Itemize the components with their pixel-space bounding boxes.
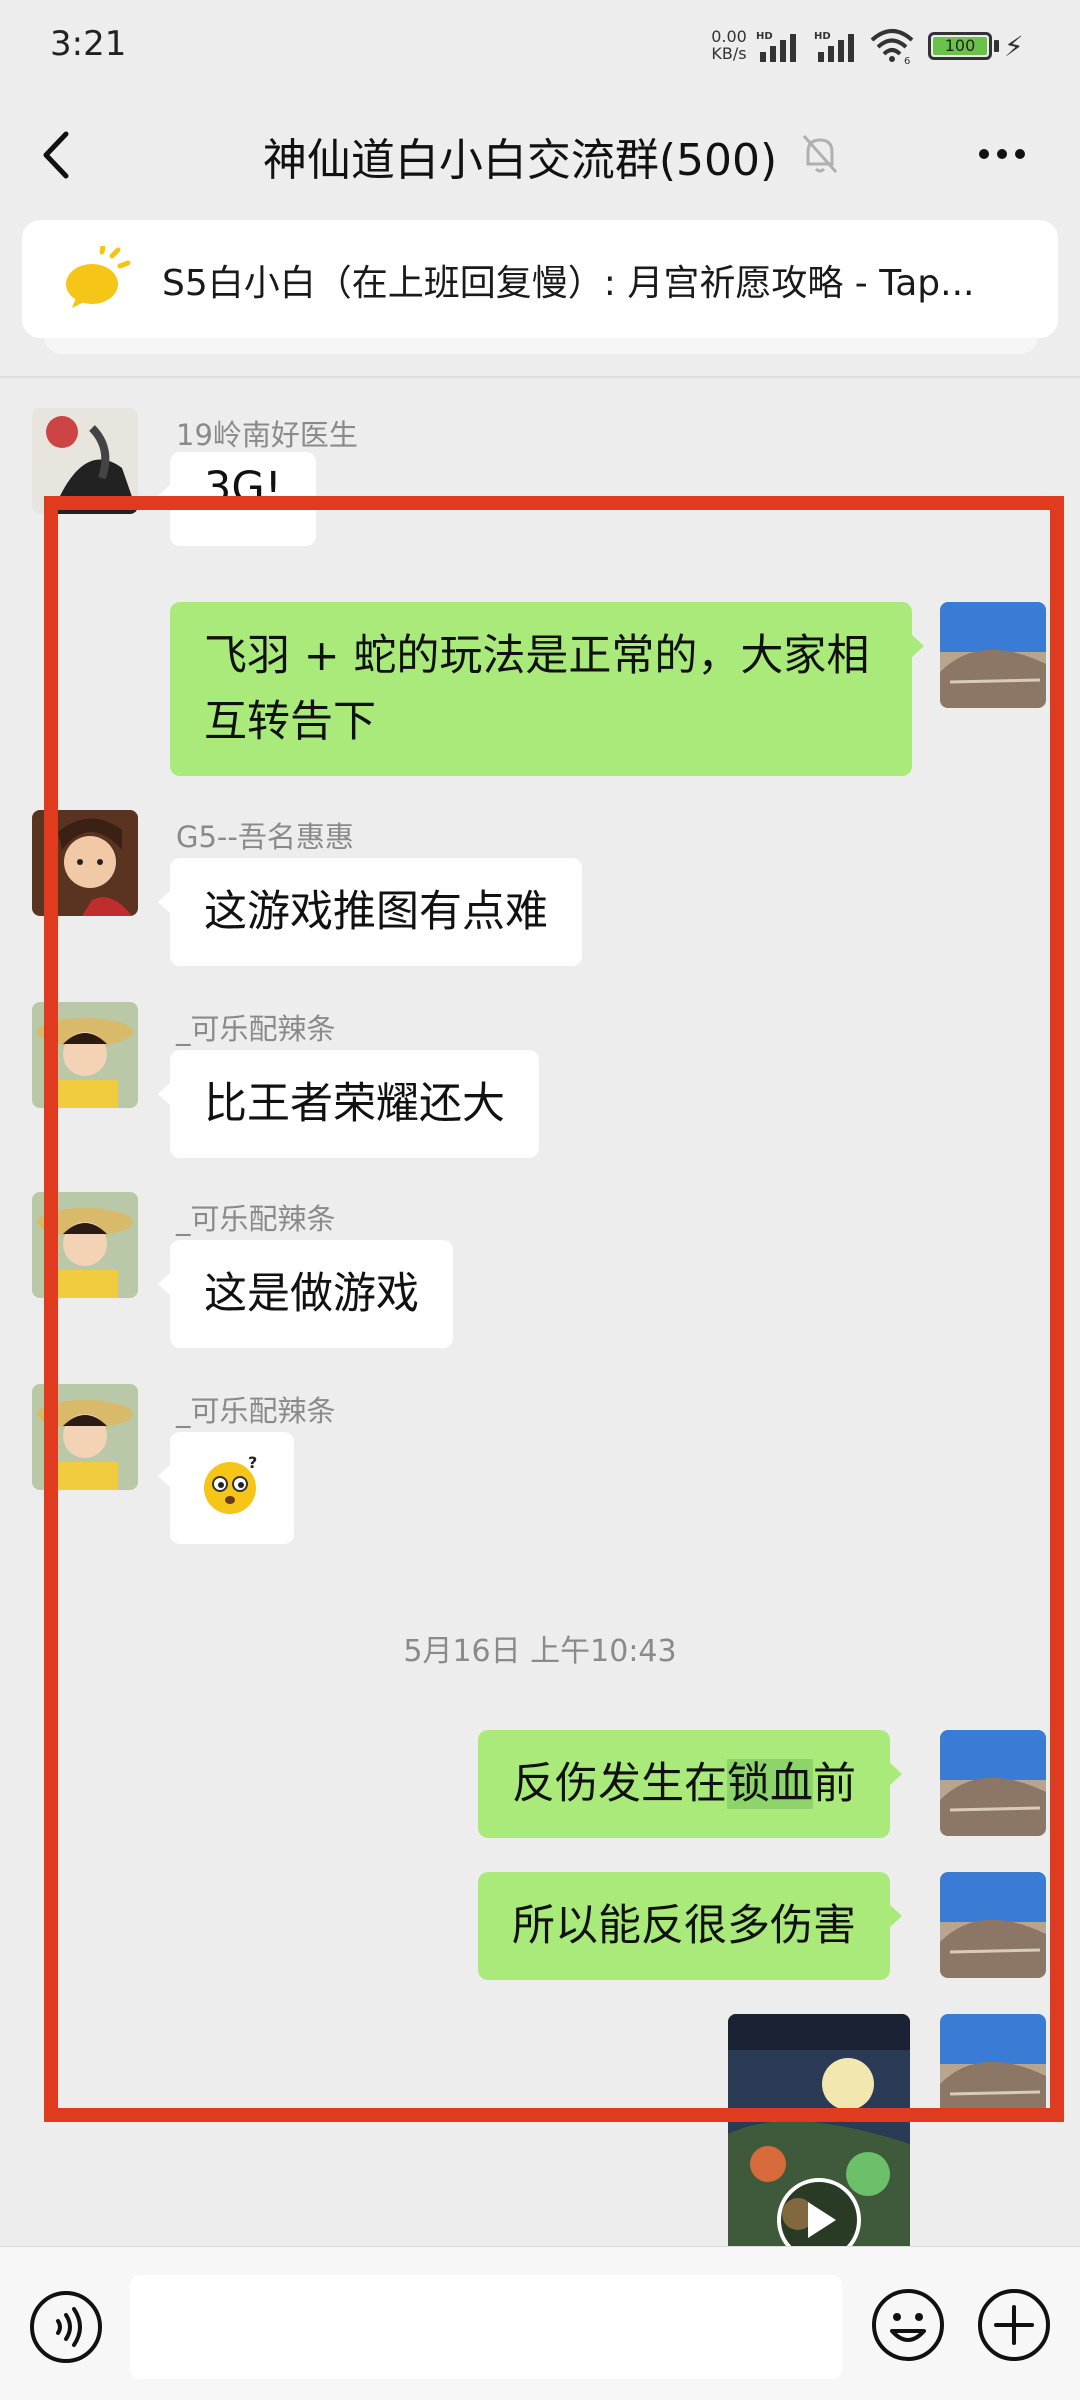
message-text: 这是做游戏 — [204, 1269, 419, 1319]
plus-icon[interactable] — [976, 2287, 1052, 2363]
page-title: 神仙道白小白交流群(500) — [262, 135, 778, 186]
status-bar: 3:21 0.00 KB/s HD HD 6 100 ⚡ — [0, 0, 1080, 92]
signal-icon: HD — [756, 31, 796, 62]
more-dots-icon[interactable] — [972, 128, 1032, 180]
bell-muted-icon — [802, 135, 838, 173]
message-bubble[interactable]: 比王者荣耀还大 — [158, 1050, 539, 1158]
signal2-label: HD — [814, 31, 831, 42]
sender-name: _可乐配辣条 — [176, 1012, 336, 1046]
message-input[interactable] — [130, 2275, 842, 2379]
battery-icon: 100 — [928, 32, 992, 60]
confused-emoji-icon: ? — [204, 1454, 257, 1514]
message-text: 比王者荣耀还大 — [204, 1079, 505, 1129]
signal-icon-2: HD — [814, 31, 854, 62]
sender-name: G5--吾名惠惠 — [176, 820, 354, 854]
message-bubble[interactable]: ? — [158, 1432, 294, 1544]
voice-icon[interactable] — [28, 2289, 104, 2365]
charging-icon: ⚡ — [1004, 30, 1024, 63]
svg-text:?: ? — [248, 1454, 257, 1472]
chat-area[interactable]: 19岭南好医生 3G! 飞羽 + 蛇的玩法是正常的，大家相互转告下 G5--吾名… — [0, 378, 1080, 2246]
message-text: 反伤发生在锁血前 — [512, 1759, 856, 1809]
message-bubble[interactable]: 飞羽 + 蛇的玩法是正常的，大家相互转告下 — [170, 602, 924, 776]
message-bubble[interactable]: 这是做游戏 — [158, 1240, 453, 1348]
message-bubble[interactable]: 反伤发生在锁血前 — [478, 1730, 902, 1838]
message-text: 3G! — [204, 463, 282, 513]
avatar-self[interactable] — [940, 1730, 1046, 1836]
avatar-self[interactable] — [940, 1872, 1046, 1978]
pinned-notice[interactable]: S5白小白（在上班回复慢）: 月宫祈愿攻略 - Tap... — [22, 220, 1058, 338]
message-bubble[interactable]: 这游戏推图有点难 — [158, 858, 582, 966]
status-time: 3:21 — [50, 24, 127, 64]
avatar-kelepeilatiao[interactable] — [32, 1384, 138, 1490]
message-text: 所以能反很多伤害 — [512, 1901, 856, 1951]
sender-name: _可乐配辣条 — [176, 1202, 336, 1236]
wifi-label: 6 — [904, 56, 910, 64]
avatar-self[interactable] — [940, 602, 1046, 708]
avatar-wumingxihui[interactable] — [32, 810, 138, 916]
selected-text[interactable]: 锁血 — [727, 1759, 813, 1809]
notice-text: S5白小白（在上班回复慢）: 月宫祈愿攻略 - Tap... — [162, 263, 975, 304]
avatar-kelepeilatiao[interactable] — [32, 1192, 138, 1298]
message-timestamp: 5月16日 上午10:43 — [403, 1634, 677, 1669]
video-message[interactable] — [728, 2014, 910, 2246]
wifi-icon: 6 — [870, 29, 914, 64]
announcement-icon — [66, 246, 131, 308]
network-speed-unit: KB/s — [711, 44, 747, 63]
signal1-label: HD — [756, 31, 773, 42]
input-bar — [0, 2246, 1080, 2400]
network-speed: 0.00 KB/s — [707, 28, 751, 62]
battery-cap — [994, 40, 999, 52]
chat-header: 神仙道白小白交流群(500) — [0, 92, 1080, 218]
message-bubble[interactable]: 所以能反很多伤害 — [478, 1872, 902, 1980]
message-text: 这游戏推图有点难 — [204, 887, 548, 937]
battery-level: 100 — [933, 37, 987, 55]
avatar-19lingnan[interactable] — [32, 408, 138, 514]
message-bubble[interactable]: 3G! — [158, 452, 316, 546]
message-text: 飞羽 + 蛇的玩法是正常的，大家相互转告下 — [204, 631, 870, 747]
avatar-self[interactable] — [940, 2014, 1046, 2120]
sender-name: _可乐配辣条 — [176, 1394, 336, 1428]
avatar-kelepeilatiao[interactable] — [32, 1002, 138, 1108]
message-text-part: 反伤发生在 — [512, 1759, 727, 1809]
emoji-icon[interactable] — [870, 2287, 946, 2363]
message-text-part: 前 — [813, 1759, 856, 1809]
network-speed-value: 0.00 — [711, 27, 747, 46]
sender-name: 19岭南好医生 — [176, 418, 358, 452]
